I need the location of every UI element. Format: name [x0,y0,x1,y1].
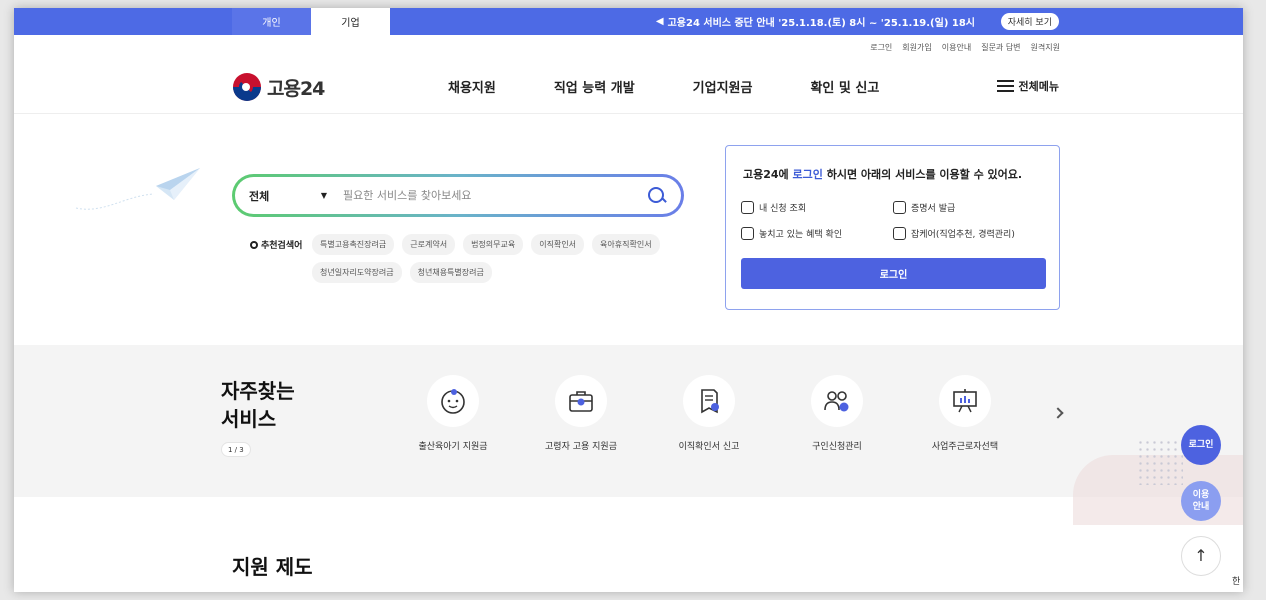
service-label: 잡케어(직업추천, 경력관리) [911,230,1015,240]
site-logo[interactable]: 고용24 [233,73,325,101]
util-link-remote[interactable]: 원격지원 [1031,42,1060,53]
certificate-icon [893,201,906,214]
presentation-board-icon [939,375,991,427]
nav-item-recruit[interactable]: 채용지원 [448,77,496,96]
notice-text: 고용24 서비스 중단 안내 '25.1.18.(토) 8시 ~ '25.1.1… [667,18,975,29]
util-link-qna[interactable]: 질문과 답변 [981,42,1020,53]
notice-detail-button[interactable]: 자세히 보기 [1000,13,1059,30]
util-link-signup[interactable]: 회원가입 [902,42,931,53]
search-icon[interactable] [647,186,667,206]
top-bar: 개인 기업 ◀ 고용24 서비스 중단 안내 '25.1.18.(토) 8시 ~… [14,8,1243,35]
chevron-right-icon[interactable] [1052,407,1064,419]
document-search-icon [741,227,754,240]
frequent-item-separation-report[interactable]: 이직확인서 신고 [649,375,769,452]
ime-indicator: 한 [1232,577,1241,587]
all-menu-label: 전체메뉴 [1018,80,1059,93]
util-link-login[interactable]: 로그인 [870,42,892,53]
search-bar: 전체 ▼ [232,174,684,217]
nav-item-subsidy[interactable]: 기업지원금 [693,77,753,96]
guide-line: 안내 [1192,502,1210,512]
keyword-chip[interactable]: 청년채용특별장려금 [409,262,492,283]
search-input[interactable] [343,189,647,202]
paper-plane-icon [75,168,200,210]
carousel-pager: 1 / 3 [221,442,251,457]
keyword-chip[interactable]: 특별고용촉진장려금 [312,234,395,255]
service-certificate[interactable]: 증명서 발급 [893,201,955,214]
frequent-item-employer-worker[interactable]: 사업주근로자선택 [905,375,1025,452]
login-msg-pre: 고용24에 [743,168,793,181]
caret-down-icon: ▼ [320,191,327,200]
decorative-dots [1137,439,1183,485]
floating-guide-button[interactable]: 이용 안내 [1181,481,1221,521]
frequent-item-childcare[interactable]: 출산육아기 지원금 [393,375,513,452]
tab-company[interactable]: 기업 [311,8,390,35]
list-icon [741,201,754,214]
keyword-chip[interactable]: 법정의무교육 [463,234,524,255]
frequent-item-label: 고령자 고용 지원금 [545,442,617,452]
keyword-chip[interactable]: 청년일자리도약장려금 [312,262,402,283]
header-divider [14,113,1243,114]
megaphone-icon: ◀ [655,16,664,27]
taegeuk-emblem-icon [233,73,261,101]
login-msg-post: 하시면 아래의 서비스를 이용할 수 있어요. [822,168,1023,181]
frequent-services-section: 자주찾는 서비스 1 / 3 출산육아기 지원금 고령자 고용 지원금 이직확인… [14,345,1243,525]
document-check-icon [683,375,735,427]
search-category-value: 전체 [249,189,270,203]
all-menu-button[interactable]: 전체메뉴 [996,78,1059,94]
baby-icon [427,375,479,427]
login-button[interactable]: 로그인 [741,258,1046,289]
scroll-top-button[interactable]: ↑ [1181,536,1221,576]
nav-item-skills[interactable]: 직업 능력 개발 [554,77,635,96]
browser-viewport: 개인 기업 ◀ 고용24 서비스 중단 안내 '25.1.18.(토) 8시 ~… [14,8,1243,592]
magnifier-icon [250,240,258,249]
keyword-chip[interactable]: 근로계약서 [402,234,456,255]
frequent-services-title: 자주찾는 서비스 [221,377,295,433]
service-label: 내 신청 조회 [759,204,807,214]
hamburger-icon [996,80,1014,92]
keyword-chip[interactable]: 육아휴직확인서 [592,234,660,255]
clipboard-gear-icon [893,227,906,240]
title-line: 서비스 [221,407,277,431]
utility-links: 로그인 회원가입 이용안내 질문과 답변 원격지원 [870,42,1060,53]
logo-text: 고용24 [267,77,325,100]
frequent-item-elderly[interactable]: 고령자 고용 지원금 [521,375,641,452]
service-my-applications[interactable]: 내 신청 조회 [741,201,806,214]
service-missed-benefits[interactable]: 놓치고 있는 혜택 확인 [741,227,842,240]
login-prompt-message: 고용24에 로그인 하시면 아래의 서비스를 이용할 수 있어요. [743,166,1022,182]
frequent-item-label: 출산육아기 지원금 [418,442,488,452]
service-label: 놓치고 있는 혜택 확인 [759,230,843,240]
login-msg-link[interactable]: 로그인 [793,168,823,181]
keyword-chip-list: 특별고용촉진장려금 근로계약서 법정의무교육 이직확인서 육아휴직확인서 청년일… [312,234,692,283]
frequent-item-label: 이직확인서 신고 [678,442,740,452]
service-notice[interactable]: ◀ 고용24 서비스 중단 안내 '25.1.18.(토) 8시 ~ '25.1… [656,8,1051,35]
users-check-icon [811,375,863,427]
frequent-item-job-offer[interactable]: 구인신청관리 [777,375,897,452]
frequent-item-label: 구인신청관리 [812,442,862,452]
keyword-chip[interactable]: 이직확인서 [531,234,585,255]
briefcase-icon [555,375,607,427]
tab-personal[interactable]: 개인 [232,8,311,35]
login-prompt-box: 고용24에 로그인 하시면 아래의 서비스를 이용할 수 있어요. 내 신청 조… [725,145,1060,310]
title-line: 자주찾는 [221,379,295,403]
frequent-item-label: 사업주근로자선택 [931,442,999,452]
recommended-label-text: 추천검색어 [261,241,303,251]
support-section-title: 지원 제도 [232,555,313,579]
main-nav: 채용지원 직업 능력 개발 기업지원금 확인 및 신고 [448,77,937,96]
guide-line: 이용 [1192,490,1210,500]
service-jobcare[interactable]: 잡케어(직업추천, 경력관리) [893,227,1015,240]
service-label: 증명서 발급 [911,204,956,214]
util-link-guide[interactable]: 이용안내 [942,42,971,53]
search-category-select[interactable]: 전체 ▼ [249,188,327,204]
floating-login-button[interactable]: 로그인 [1181,425,1221,465]
recommended-label: 추천검색어 [250,238,302,251]
nav-item-report[interactable]: 확인 및 신고 [810,77,879,96]
